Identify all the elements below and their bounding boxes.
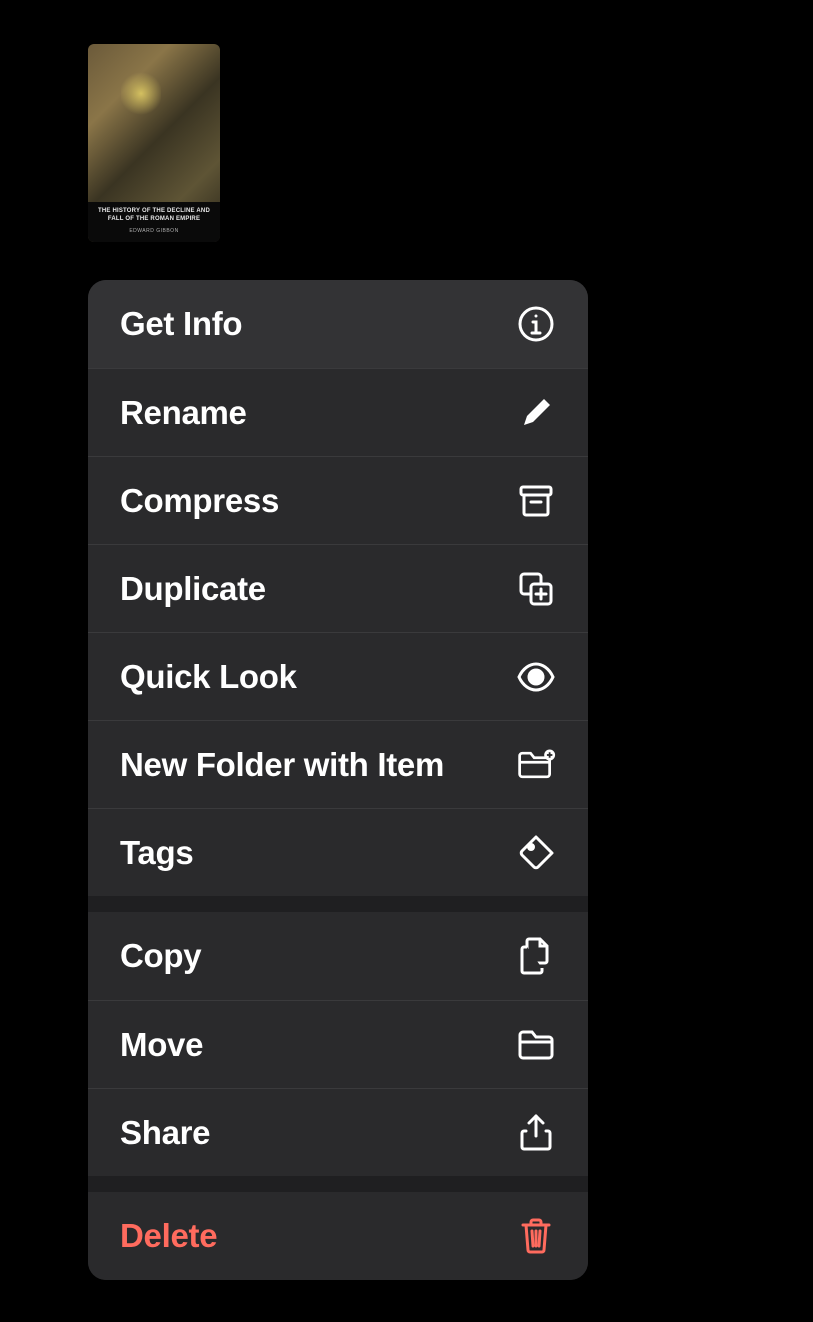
menu-label-rename: Rename [120, 394, 247, 432]
folder-icon [516, 1025, 556, 1065]
context-menu: Get Info Rename Compress [88, 280, 588, 1280]
menu-item-quick-look[interactable]: Quick Look [88, 632, 588, 720]
menu-label-duplicate: Duplicate [120, 570, 266, 608]
pencil-icon [516, 393, 556, 433]
menu-label-get-info: Get Info [120, 305, 242, 343]
file-thumbnail[interactable]: THE HISTORY OF THE DECLINE AND FALL OF T… [88, 44, 220, 242]
duplicate-icon [516, 569, 556, 609]
file-cover-author: EDWARD GIBBON [88, 226, 220, 242]
menu-item-tags[interactable]: Tags [88, 808, 588, 896]
menu-item-get-info[interactable]: Get Info [88, 280, 588, 368]
menu-item-move[interactable]: Move [88, 1000, 588, 1088]
menu-label-delete: Delete [120, 1217, 217, 1255]
menu-label-tags: Tags [120, 834, 193, 872]
archivebox-icon [516, 481, 556, 521]
menu-item-copy[interactable]: Copy [88, 912, 588, 1000]
menu-item-delete[interactable]: Delete [88, 1192, 588, 1280]
menu-item-share[interactable]: Share [88, 1088, 588, 1176]
menu-item-rename[interactable]: Rename [88, 368, 588, 456]
trash-icon [516, 1216, 556, 1256]
folder-plus-icon [516, 745, 556, 785]
menu-item-compress[interactable]: Compress [88, 456, 588, 544]
menu-divider [88, 1176, 588, 1192]
menu-item-duplicate[interactable]: Duplicate [88, 544, 588, 632]
menu-label-compress: Compress [120, 482, 279, 520]
menu-item-new-folder-with-item[interactable]: New Folder with Item [88, 720, 588, 808]
menu-label-quick-look: Quick Look [120, 658, 297, 696]
info-circle-icon [516, 304, 556, 344]
tag-icon [516, 833, 556, 873]
menu-label-copy: Copy [120, 937, 201, 975]
menu-label-move: Move [120, 1026, 203, 1064]
menu-label-new-folder-with-item: New Folder with Item [120, 746, 444, 784]
menu-label-share: Share [120, 1114, 210, 1152]
share-icon [516, 1113, 556, 1153]
file-cover-title: THE HISTORY OF THE DECLINE AND FALL OF T… [88, 202, 220, 226]
copy-doc-icon [516, 936, 556, 976]
eye-icon [516, 657, 556, 697]
menu-divider [88, 896, 588, 912]
